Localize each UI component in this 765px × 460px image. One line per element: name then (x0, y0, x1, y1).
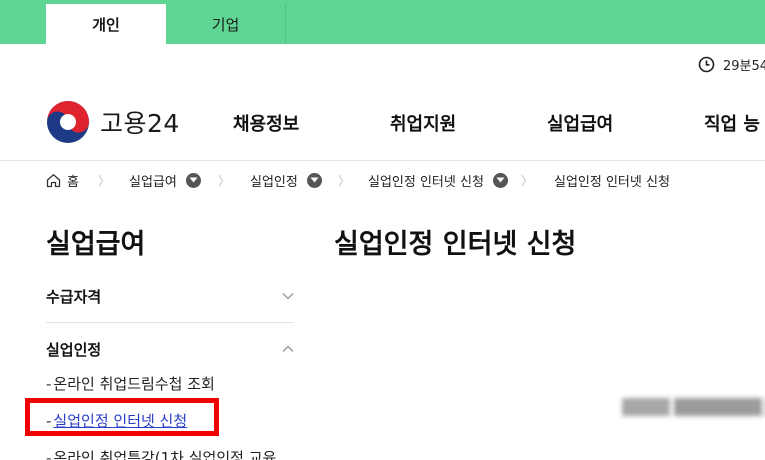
sidebar-item-eligibility-label: 수급자격 (46, 287, 102, 306)
nav-unemployment-benefit[interactable]: 실업급여 (547, 110, 613, 136)
site-logo[interactable]: 고용24 (46, 100, 180, 144)
tab-business-label: 기업 (211, 15, 240, 34)
dropdown-arrow-icon[interactable] (306, 172, 322, 188)
dropdown-arrow-icon[interactable] (492, 172, 508, 188)
chevron-right-icon: 〉 (521, 174, 534, 188)
nav-employment-support[interactable]: 취업지원 (390, 110, 456, 136)
highlight-box (25, 398, 219, 436)
breadcrumb-current: 실업인정 인터넷 신청 (554, 170, 670, 190)
submenu-item-dream-notebook[interactable]: - 온라인 취업드림수첩 조회 (46, 373, 215, 394)
sidebar-item-certification-label: 실업인정 (46, 340, 102, 359)
taegeuk-logo-icon (47, 101, 89, 143)
breadcrumb-current-label: 실업인정 인터넷 신청 (554, 174, 670, 190)
sidebar-item-eligibility[interactable]: 수급자격 (46, 285, 294, 307)
bullet-dash: - (46, 449, 52, 460)
breadcrumb-item-2[interactable]: 실업인정 (250, 170, 322, 190)
breadcrumb-item-3[interactable]: 실업인정 인터넷 신청 (368, 170, 508, 190)
tab-personal[interactable]: 개인 (46, 4, 166, 44)
breadcrumb-home[interactable]: 홈 (46, 170, 79, 190)
sidebar-item-certification[interactable]: 실업인정 (46, 338, 294, 360)
chevron-right-icon: 〉 (338, 174, 351, 188)
page-title: 실업인정 인터넷 신청 (334, 229, 577, 260)
chevron-right-icon: 〉 (98, 174, 111, 188)
header-divider (0, 160, 765, 161)
blurred-content (622, 398, 765, 416)
timer-text: 29분54 (723, 59, 765, 74)
breadcrumb-home-label: 홈 (67, 174, 79, 190)
breadcrumb-item-1[interactable]: 실업급여 (129, 170, 201, 190)
nav-vocational[interactable]: 직업 능 (704, 110, 760, 136)
chevron-down-icon (282, 293, 294, 300)
clock-icon (698, 56, 715, 73)
dropdown-arrow-icon[interactable] (185, 172, 201, 188)
breadcrumb-item-2-label: 실업인정 (250, 174, 298, 190)
breadcrumb-item-1-label: 실업급여 (129, 174, 177, 190)
sidebar-divider (46, 322, 294, 323)
submenu-item-label: 온라인 취업특강(1차 실업인정 교육 (53, 449, 277, 460)
submenu-item-label: 온라인 취업드림수첩 조회 (53, 375, 215, 393)
breadcrumb-item-3-label: 실업인정 인터넷 신청 (368, 174, 484, 190)
home-icon (46, 173, 61, 187)
chevron-right-icon: 〉 (218, 174, 231, 188)
tab-personal-label: 개인 (92, 15, 120, 34)
session-timer[interactable]: 29분54 (698, 55, 765, 74)
tab-business[interactable]: 기업 (166, 4, 286, 44)
sidebar-title: 실업급여 (46, 229, 146, 260)
submenu-item-online-lecture[interactable]: - 온라인 취업특강(1차 실업인정 교육 (46, 447, 276, 460)
logo-text: 고용24 (100, 109, 180, 138)
bullet-dash: - (46, 375, 52, 393)
nav-job-info[interactable]: 채용정보 (233, 110, 299, 136)
chevron-up-icon (282, 345, 294, 352)
top-tab-bar: 개인 기업 (0, 0, 765, 44)
